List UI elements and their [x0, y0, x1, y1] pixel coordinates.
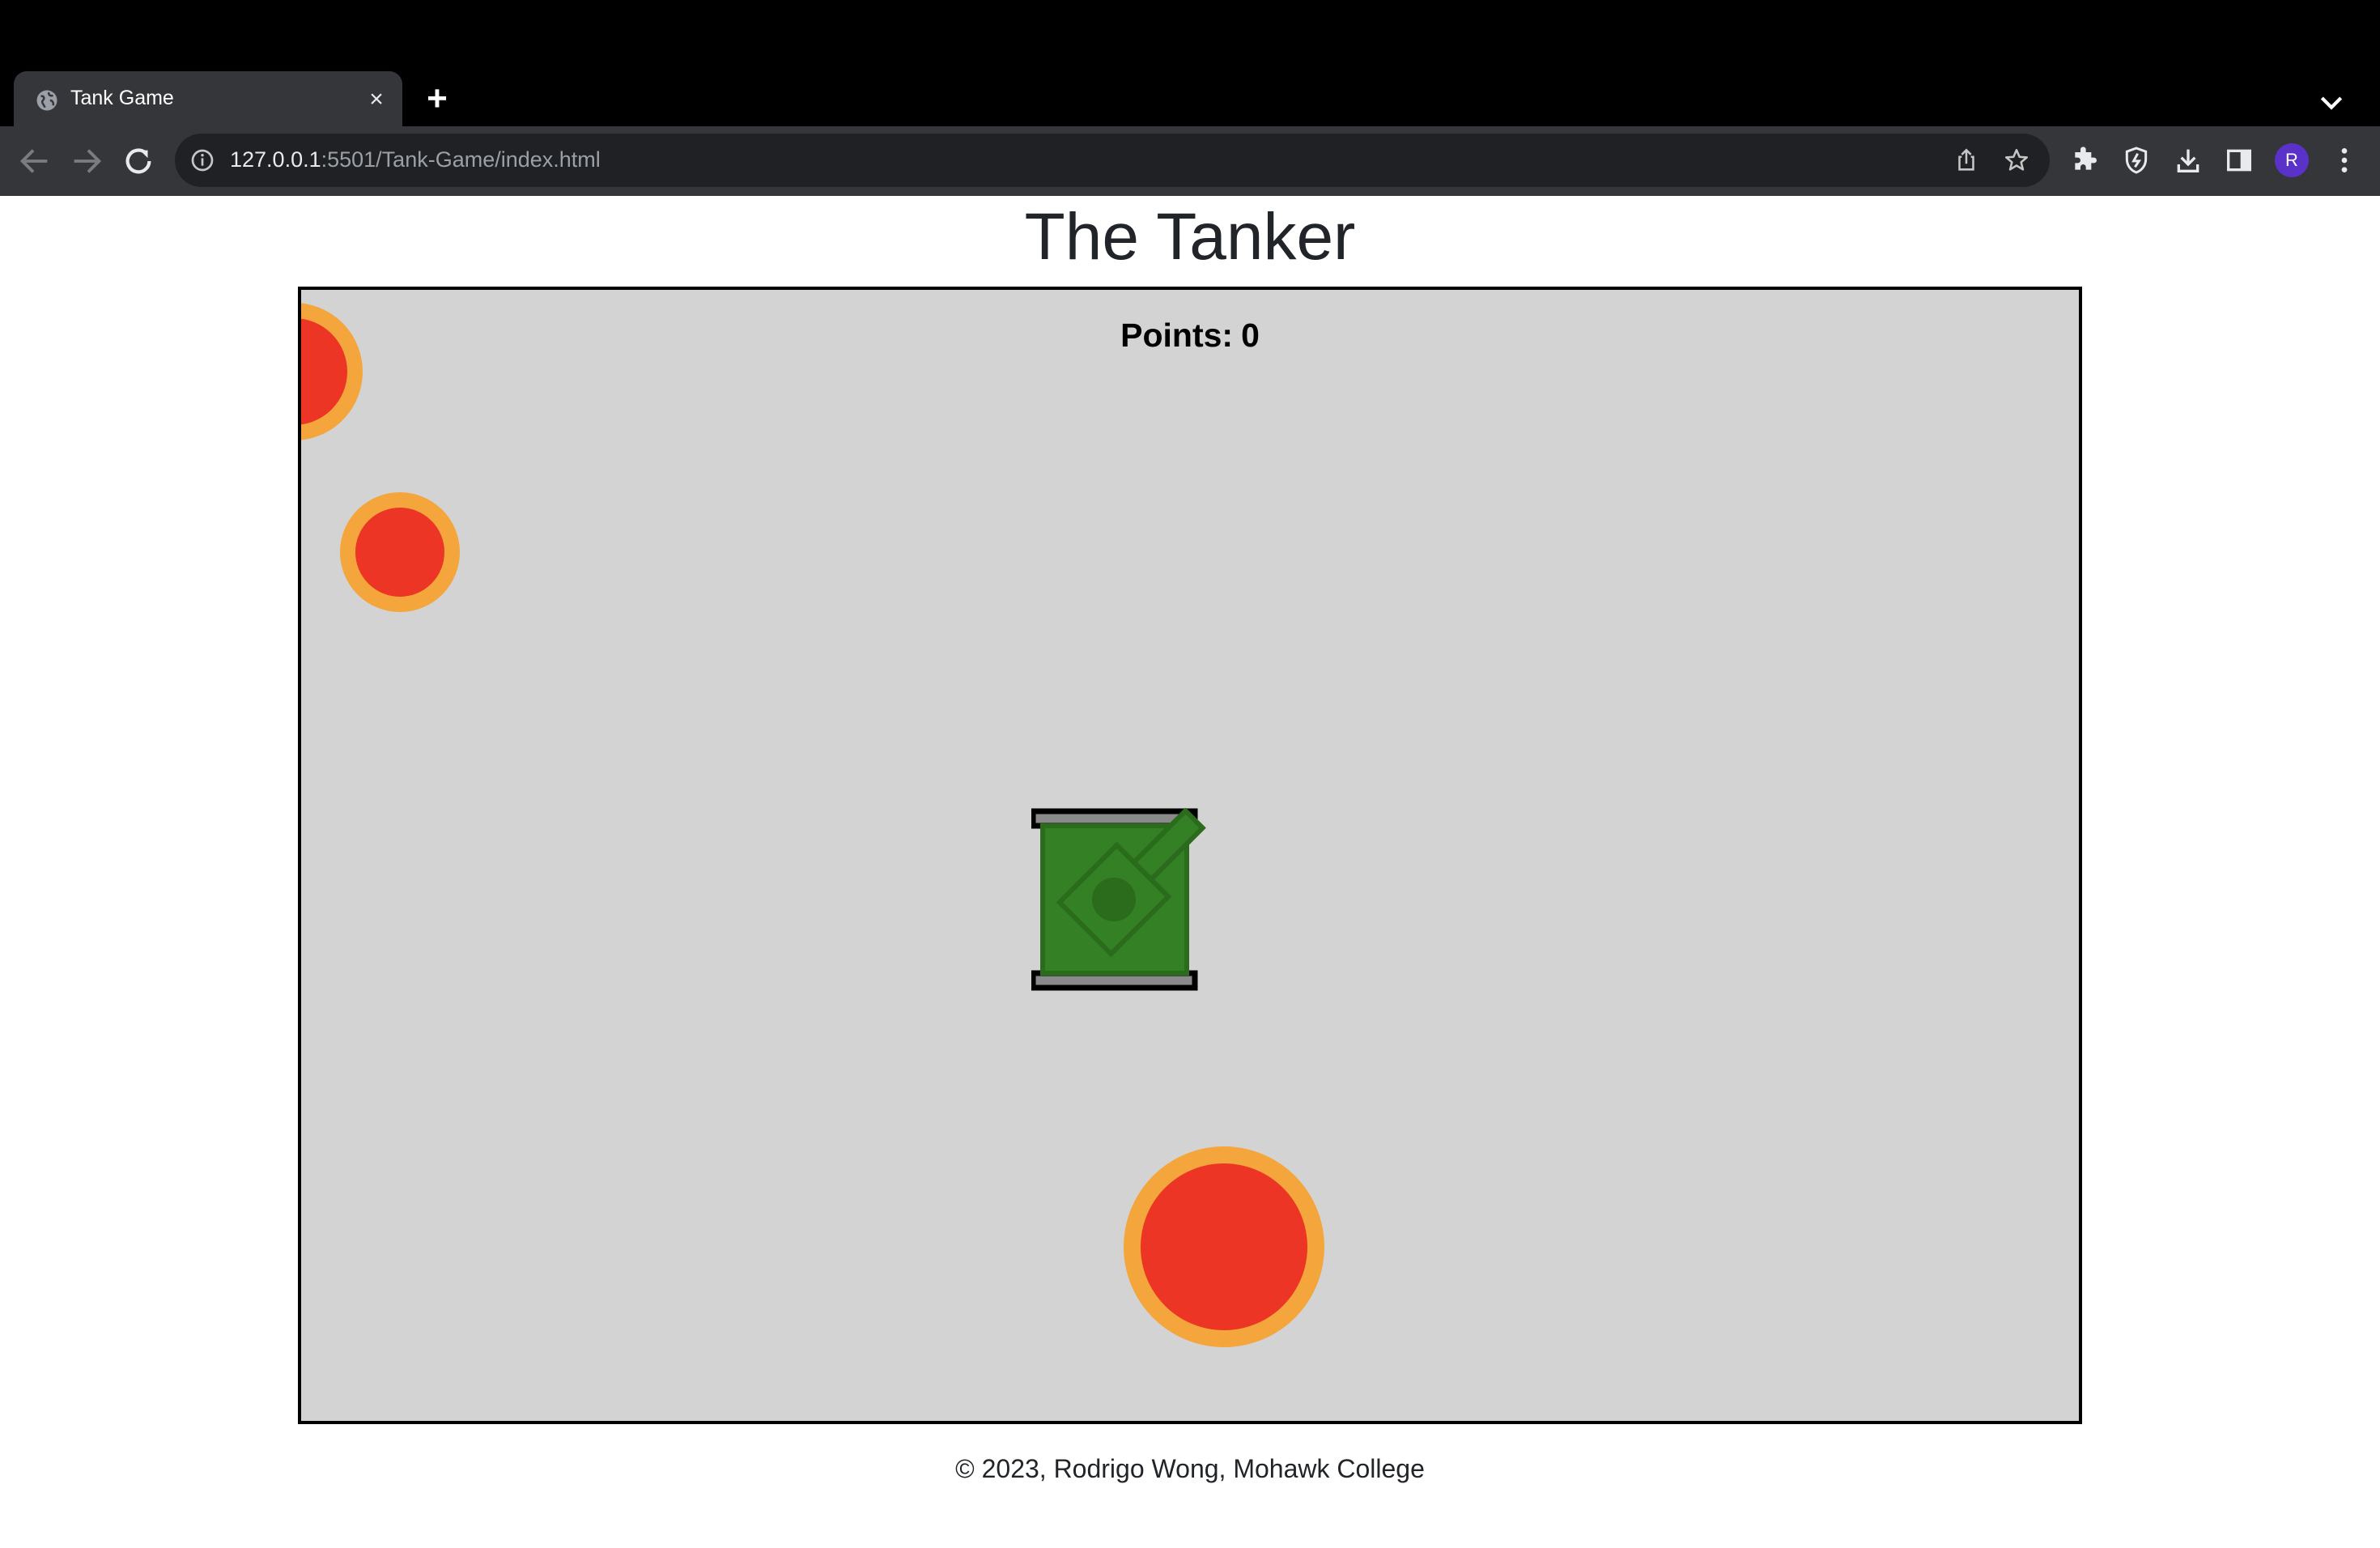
player-tank — [1031, 808, 1206, 991]
enemy-circle — [340, 492, 460, 612]
url-text[interactable]: 127.0.0.1:5501/Tank-Game/index.html — [230, 147, 601, 172]
close-tab-icon[interactable]: × — [363, 87, 389, 113]
tab-title: Tank Game — [70, 87, 174, 109]
back-icon[interactable] — [16, 142, 53, 180]
share-icon[interactable] — [1953, 147, 1980, 174]
profile-avatar[interactable]: R — [2275, 143, 2309, 177]
points-display: Points: 0 — [301, 317, 2079, 355]
star-icon[interactable] — [2003, 147, 2030, 174]
chevron-down-icon[interactable] — [2315, 86, 2348, 118]
browser-tab-strip: Tank Game × + — [0, 0, 2380, 128]
points-value: 0 — [1241, 317, 1260, 354]
url-path: :5501/Tank-Game/index.html — [321, 147, 601, 172]
browser-tab[interactable]: Tank Game × — [14, 71, 402, 128]
page-title: The Tanker — [1024, 200, 1356, 274]
forward-icon[interactable] — [68, 142, 105, 180]
address-bar[interactable]: 127.0.0.1:5501/Tank-Game/index.html — [175, 134, 2050, 187]
extensions-icon[interactable] — [2068, 144, 2101, 176]
download-icon[interactable] — [2172, 144, 2204, 176]
globe-icon — [36, 90, 57, 111]
points-label: Points: — [1120, 317, 1234, 354]
url-host: 127.0.0.1 — [230, 147, 321, 172]
menu-icon[interactable] — [2330, 144, 2359, 176]
info-icon[interactable] — [189, 147, 215, 173]
new-tab-button[interactable]: + — [419, 81, 455, 117]
side-panel-icon[interactable] — [2223, 144, 2255, 176]
reload-icon[interactable] — [120, 142, 157, 180]
footer-copyright: © 2023, Rodrigo Wong, Mohawk College — [955, 1454, 1425, 1483]
game-board[interactable]: Points: 0 — [298, 287, 2082, 1424]
sync-icon[interactable] — [2120, 144, 2153, 176]
browser-toolbar: 127.0.0.1:5501/Tank-Game/index.html — [0, 126, 2380, 196]
enemy-circle — [1124, 1146, 1324, 1347]
